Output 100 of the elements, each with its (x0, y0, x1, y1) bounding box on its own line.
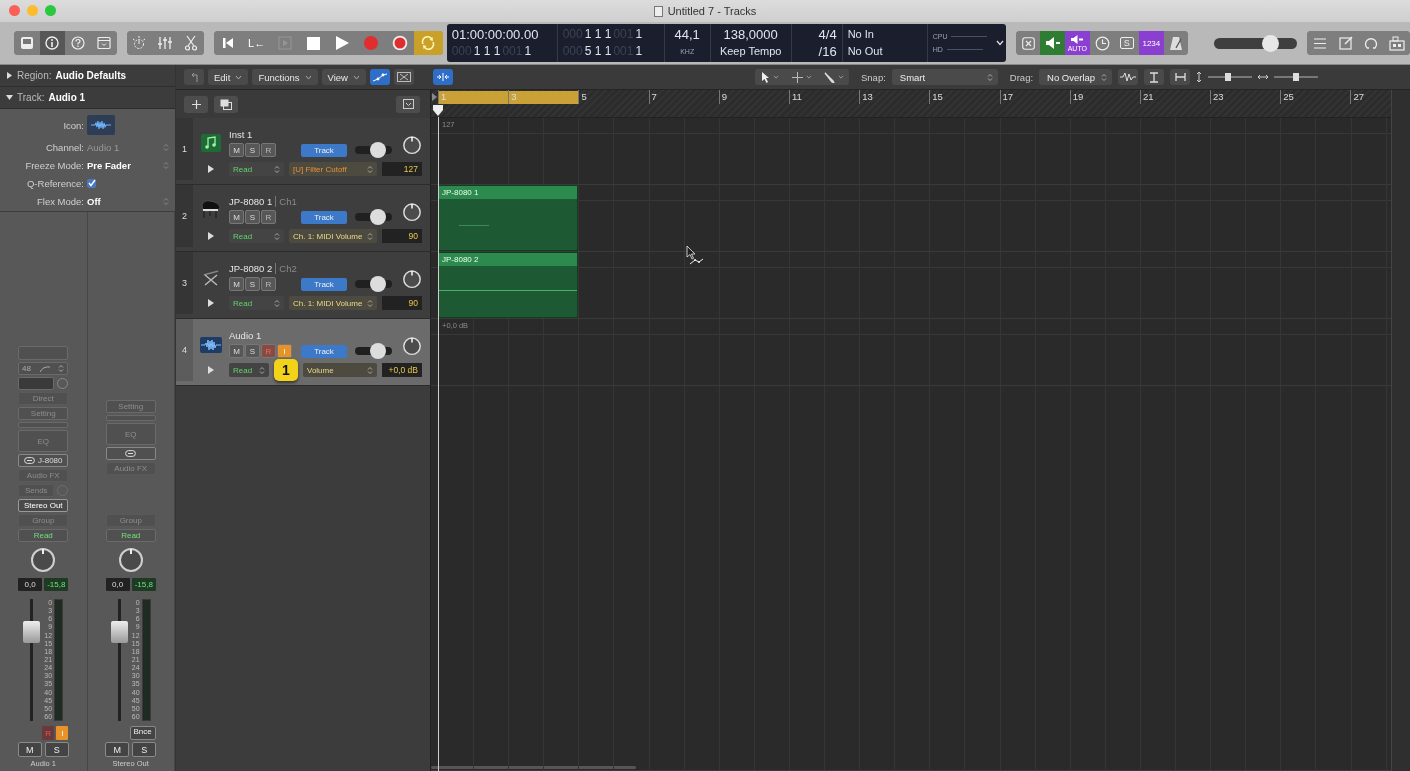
volume-fader[interactable] (23, 599, 41, 721)
automation-value[interactable]: 127 (382, 162, 422, 176)
menu-button[interactable]: View (321, 69, 366, 85)
track-group-button[interactable]: Track (301, 210, 347, 224)
stepper-icon (58, 364, 65, 373)
catch-button[interactable] (433, 69, 453, 85)
menu-button[interactable]: Edit (208, 69, 249, 85)
midi-region[interactable]: JP-8080 1 (438, 185, 578, 251)
eq-thumbnail-slot[interactable] (18, 422, 69, 428)
mute-button[interactable]: M (229, 277, 244, 291)
chevron-icon (304, 74, 312, 80)
disclosure-icon[interactable] (208, 165, 214, 173)
bar-number: 13 (859, 90, 930, 104)
instrument-slot[interactable]: J-8080 (18, 454, 69, 467)
pointer-cursor-icon (686, 246, 704, 266)
automation-parameter-dropdown[interactable]: Volume (303, 363, 377, 377)
pan-knob[interactable] (30, 547, 57, 573)
tempo-mode: Keep Tempo (719, 44, 782, 59)
track-lane[interactable]: JP-8080 1 (431, 185, 1391, 252)
playhead-icon[interactable] (433, 105, 443, 117)
automation-value[interactable]: +0,0 dB (382, 363, 422, 377)
volume-fader[interactable] (110, 599, 128, 721)
solo-button[interactable]: S (132, 742, 157, 757)
track-lane[interactable]: JP-8080 2 (431, 252, 1391, 319)
view-button[interactable] (39, 31, 66, 55)
waveform-zoom-button[interactable] (1118, 69, 1139, 85)
automation-mode-dropdown[interactable]: Read (229, 229, 284, 243)
instrument-slot[interactable] (105, 447, 156, 460)
track-header[interactable]: 2 JP-8080 1 Ch1 M S R Track Read Ch. 1: MIDI Volume 90 (176, 185, 431, 252)
input-slot[interactable] (18, 346, 69, 360)
peak-readout: -15,8 (44, 578, 69, 591)
midi-region[interactable]: JP-8080 2 (438, 252, 578, 318)
varispeed-button[interactable]: 1234 (1139, 31, 1164, 55)
automation-mode-dropdown[interactable]: Read (229, 363, 269, 377)
collapse-button[interactable] (396, 95, 420, 113)
q-reference-checkbox[interactable] (87, 178, 96, 188)
bounce-button[interactable]: Bnce (129, 726, 156, 740)
track-icon-button[interactable] (87, 115, 115, 135)
track-header[interactable]: 1 Inst 1 M S R Track Read [U] Filter Cutoff 127 (176, 118, 431, 185)
grand-piano-icon (200, 199, 222, 219)
solo-button[interactable]: S (44, 742, 69, 757)
track-number: 1 (176, 118, 193, 180)
pointer-icon (761, 71, 770, 83)
input-slot[interactable] (18, 377, 55, 390)
automation-value[interactable]: 90 (382, 296, 422, 310)
mute-button[interactable]: M (229, 344, 244, 358)
disclosure-icon[interactable] (208, 366, 214, 374)
automation-parameter-dropdown[interactable]: [U] Filter Cutoff (289, 162, 377, 176)
popup-menu[interactable]: Pre Fader (87, 159, 175, 171)
track-group-button[interactable]: Track (301, 277, 347, 291)
automation-parameter-dropdown[interactable]: Ch. 1: MIDI Volume (289, 296, 377, 310)
solo-button[interactable]: S (245, 344, 260, 358)
inspector-section-header[interactable]: Track: Audio 1 (0, 87, 175, 109)
vertical-scrollbar[interactable] (1391, 90, 1410, 771)
volume-slider[interactable] (355, 209, 392, 225)
eq-thumbnail-slot[interactable] (105, 415, 156, 421)
popup-menu[interactable]: Off (87, 195, 175, 207)
automation-mode-dropdown[interactable]: Read (229, 162, 284, 176)
solo-button[interactable]: S (245, 143, 260, 157)
automation-value[interactable]: 90 (382, 229, 422, 243)
fit-horizontal-button[interactable] (1170, 69, 1191, 85)
mute-button[interactable]: M (229, 210, 244, 224)
solo-button[interactable]: S (245, 277, 260, 291)
automation-button[interactable] (370, 69, 390, 85)
automation-parameter-dropdown[interactable]: Ch. 1: MIDI Volume (289, 229, 377, 243)
volume-slider[interactable] (355, 343, 392, 359)
master-volume-slider[interactable] (1214, 34, 1298, 52)
solo-button[interactable]: S (245, 210, 260, 224)
track-group-button[interactable]: Track (301, 344, 347, 358)
flex-button[interactable] (394, 69, 414, 85)
snap-dropdown[interactable]: Smart (891, 69, 998, 85)
pan-knob[interactable] (117, 547, 144, 573)
volume-slider[interactable] (355, 276, 392, 292)
record-button[interactable]: R (261, 277, 276, 291)
mute-button[interactable]: M (229, 143, 244, 157)
record-button[interactable]: R (261, 143, 276, 157)
drag-dropdown[interactable]: No Overlap (1039, 69, 1113, 85)
duplicate-track-button[interactable] (214, 95, 238, 113)
automation-mode-button[interactable]: Read (18, 529, 69, 542)
stepper-icon (163, 196, 169, 206)
volume-slider[interactable] (355, 142, 392, 158)
menu-button[interactable]: Functions (252, 69, 318, 85)
input-format-control[interactable]: 48 (18, 362, 69, 375)
record-button[interactable]: R (261, 210, 276, 224)
track-header[interactable]: 4 Audio 1 M S R I Track Read 1 Volume +0,0 dB (176, 319, 431, 386)
track-header[interactable]: 3 JP-8080 2 Ch2 M S R Track Read Ch. 1: MIDI Volume 90 (176, 252, 431, 319)
automation-mode-dropdown[interactable]: Read (229, 296, 284, 310)
disclosure-icon[interactable] (208, 299, 214, 307)
bar-ruler[interactable]: 1 3 5 7 9 11 13 15 17 19 21 23 25 27 (431, 90, 1391, 118)
automation-mode-button[interactable]: Read (105, 529, 156, 542)
output-slot[interactable]: Stereo Out (18, 499, 69, 512)
add-track-button[interactable] (184, 95, 208, 113)
fit-vertical-button[interactable] (1144, 69, 1165, 85)
mute-button[interactable]: M (17, 742, 42, 757)
low-latency-button[interactable] (1040, 31, 1065, 55)
track-group-button[interactable]: Track (301, 143, 347, 157)
inspector-section-header[interactable]: Region: Audio Defaults (0, 65, 175, 87)
mute-button[interactable]: M (105, 742, 130, 757)
disclosure-icon[interactable] (208, 232, 214, 240)
midi-in-display: No In (847, 27, 875, 42)
